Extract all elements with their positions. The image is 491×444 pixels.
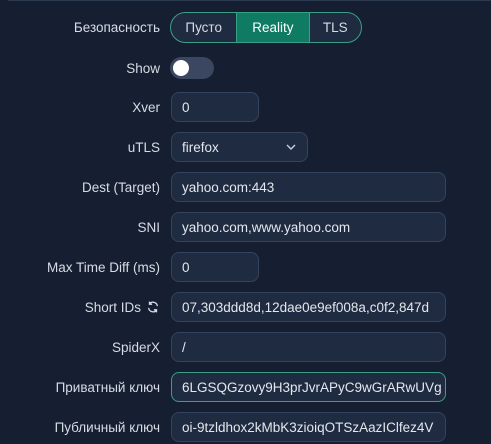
dest-input[interactable]: yahoo.com:443 [171, 172, 446, 202]
show-label: Show [126, 60, 160, 76]
public-key-input[interactable]: oi-9tzldhox2kMbK3zioiqOTSzAazIClfez4V [171, 412, 446, 442]
divider [8, 0, 491, 1]
utls-selected-value: firefox [182, 139, 219, 155]
xver-label: Xver [132, 99, 160, 115]
security-label: Безопасность [73, 20, 160, 35]
max-time-diff-label: Max Time Diff (ms) [46, 259, 160, 275]
xver-input[interactable]: 0 [171, 92, 259, 122]
security-option-tls[interactable]: TLS [308, 13, 361, 42]
utls-label: uTLS [127, 139, 160, 155]
private-key-input[interactable]: 6LGSQGzovy9H3prJvrAPyC9wGrARwUVg [171, 372, 446, 402]
public-key-label: Публичный ключ [54, 419, 160, 435]
short-ids-label: Short IDs [84, 299, 141, 315]
sni-label: SNI [137, 219, 160, 235]
private-key-label: Приватный ключ [55, 379, 160, 395]
show-toggle[interactable] [170, 57, 214, 79]
sni-input[interactable]: yahoo.com,www.yahoo.com [171, 212, 446, 242]
security-segmented-control: Пусто Reality TLS [170, 12, 362, 43]
utls-select[interactable]: firefox [171, 132, 308, 162]
short-ids-input[interactable]: 07,303ddd8d,12dae0e9ef008a,c0f2,847d [171, 292, 446, 322]
spiderx-input[interactable]: / [171, 332, 446, 362]
sync-icon[interactable] [146, 300, 160, 314]
dest-label: Dest (Target) [81, 179, 160, 195]
security-option-none[interactable]: Пусто [171, 13, 236, 42]
show-row: Show [0, 57, 491, 79]
spiderx-label: SpiderX [111, 339, 160, 355]
chevron-down-icon [286, 144, 296, 150]
security-option-reality[interactable]: Reality [236, 13, 309, 42]
toggle-knob [173, 60, 189, 76]
max-time-diff-input[interactable]: 0 [171, 252, 259, 282]
short-ids-label-group: Short IDs [0, 300, 160, 315]
